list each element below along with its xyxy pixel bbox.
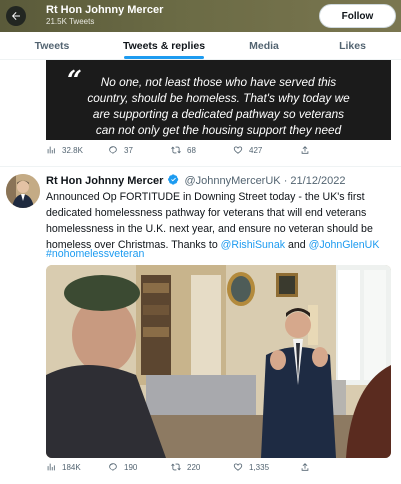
quote-line: country, should be homeless. That's why …: [87, 91, 350, 105]
retweet-button[interactable]: 220: [171, 462, 200, 472]
like-icon: [233, 463, 243, 471]
retweet-icon: [171, 146, 181, 154]
avatar-photo: [6, 174, 40, 208]
tweet-text-line: homelessness in the U.K. next year, and …: [46, 223, 373, 235]
reply-icon: [109, 463, 117, 472]
header-name: Rt Hon Johnny Mercer: [46, 4, 164, 16]
reply-button[interactable]: 37: [108, 145, 133, 155]
tweet2-actions: 184K 190 220 1,335: [46, 462, 346, 478]
verified-badge-icon: [168, 174, 179, 185]
views-button[interactable]: 32.8K: [46, 145, 83, 155]
share-icon: [301, 463, 309, 471]
tweet2-header: Rt Hon Johnny Mercer @JohnnyMercerUK · 2…: [46, 174, 345, 187]
profile-tabs: Tweets Tweets & replies Media Likes: [0, 32, 401, 60]
active-tab-indicator: [124, 56, 204, 59]
views-button[interactable]: 184K: [46, 462, 81, 472]
avatar[interactable]: [6, 174, 40, 208]
views-count: 184K: [62, 462, 81, 472]
header-tweet-count: 21.5K Tweets: [46, 17, 95, 26]
tab-media[interactable]: Media: [224, 32, 304, 60]
tweet-text-line: dedicated homelessness pathway for veter…: [46, 207, 367, 219]
tweet-date[interactable]: · 21/12/2022: [284, 175, 346, 187]
share-icon: [301, 146, 309, 154]
like-button[interactable]: 427: [233, 145, 262, 155]
views-count: 32.8K: [62, 145, 83, 155]
retweet-count: 68: [187, 145, 196, 155]
retweet-count: 220: [187, 462, 201, 472]
mention-link-johnglenuk[interactable]: @JohnGlenUK: [309, 239, 380, 251]
reply-count: 37: [124, 145, 133, 155]
quote-line: can not only get the housing support the…: [95, 123, 342, 137]
retweet-icon: [171, 463, 181, 471]
mention-link-rishisunak[interactable]: @RishiSunak: [221, 239, 285, 251]
tweet-photo-image: [46, 265, 391, 458]
reply-button[interactable]: 190: [108, 462, 137, 472]
share-button[interactable]: [300, 145, 316, 155]
reply-count: 190: [124, 462, 138, 472]
views-icon: [47, 463, 55, 471]
tweet1-actions: 32.8K 37 68 427: [46, 145, 346, 161]
tweet-hashtag-line: #nohomelessveteran: [46, 248, 144, 260]
like-icon: [233, 146, 243, 154]
follow-button[interactable]: Follow: [319, 4, 396, 28]
quote-line: are supporting a dedicated pathway so ve…: [92, 107, 345, 121]
tweet-text-segment: and: [285, 239, 309, 251]
reply-icon: [109, 146, 117, 155]
tab-tweets[interactable]: Tweets: [0, 32, 104, 60]
tweet-divider: [0, 166, 401, 167]
tab-likes[interactable]: Likes: [304, 32, 401, 60]
profile-header: Rt Hon Johnny Mercer 21.5K Tweets Follow: [0, 0, 401, 32]
quote-line: No one, not least those who have served …: [100, 75, 337, 89]
retweet-button[interactable]: 68: [171, 145, 196, 155]
back-arrow-icon: [12, 12, 20, 20]
tweet-author-name[interactable]: Rt Hon Johnny Mercer: [46, 175, 163, 187]
views-icon: [47, 146, 55, 154]
back-button[interactable]: [6, 6, 26, 26]
like-button[interactable]: 1,335: [233, 462, 269, 472]
hashtag-link[interactable]: #nohomelessveteran: [46, 248, 144, 260]
share-button[interactable]: [300, 462, 316, 472]
tweet-text-line: Announced Op FORTITUDE in Downing Street…: [46, 191, 365, 203]
tweet-photo[interactable]: [46, 265, 391, 458]
quote-image[interactable]: “ No one, not least those who have serve…: [46, 60, 391, 140]
like-count: 1,335: [249, 462, 270, 472]
tweet-author-handle[interactable]: @JohnnyMercerUK: [184, 175, 280, 187]
like-count: 427: [249, 145, 263, 155]
